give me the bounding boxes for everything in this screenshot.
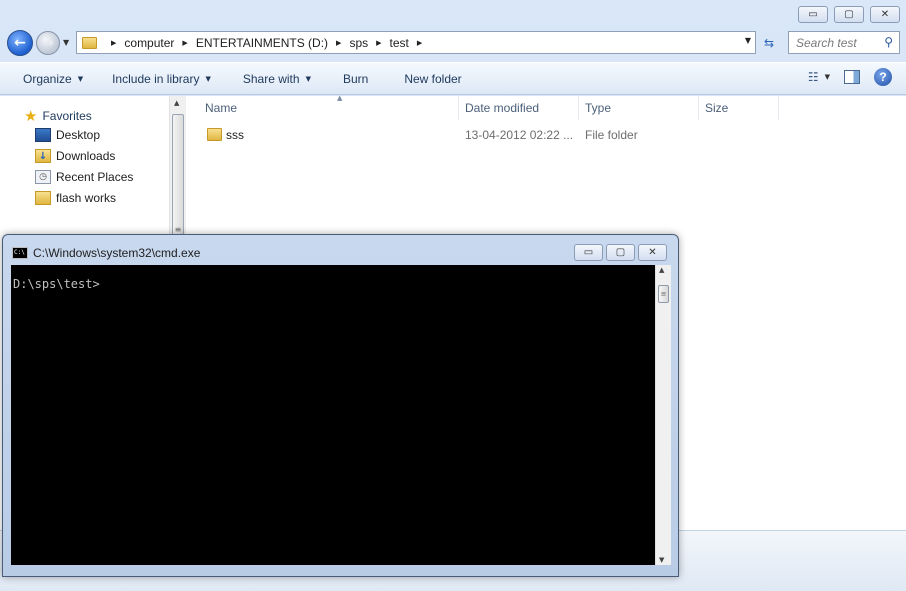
chevron-down-icon: ▼: [77, 74, 84, 83]
address-bar[interactable]: ▶ computer ▶ ENTERTAINMENTS (D:) ▶ sps ▶…: [76, 31, 756, 54]
chevron-down-icon[interactable]: ▼: [825, 73, 830, 81]
breadcrumb-computer[interactable]: computer: [124, 36, 174, 50]
column-header-type[interactable]: Type: [579, 96, 699, 120]
include-in-library-button[interactable]: Include in library ▼: [106, 67, 217, 91]
toolbar-right-group: ☷ ▼ ?: [808, 68, 892, 86]
file-type: File folder: [585, 128, 638, 142]
cmd-console-area[interactable]: D:\sps\test>: [11, 265, 655, 565]
favorites-label: Favorites: [42, 109, 92, 123]
breadcrumb-test[interactable]: test: [390, 36, 409, 50]
new-folder-button[interactable]: New folder: [398, 67, 467, 91]
column-header-label: Size: [705, 101, 729, 115]
favorites-header[interactable]: ★ Favorites: [24, 107, 92, 125]
sidebar-item-flash-works[interactable]: flash works: [35, 191, 116, 205]
preview-pane-icon[interactable]: [844, 70, 860, 84]
change-view-icon[interactable]: ☷: [808, 70, 819, 84]
cmd-app-icon[interactable]: C:\: [12, 247, 28, 259]
search-box[interactable]: ⚲: [788, 31, 900, 54]
column-header-size[interactable]: Size: [699, 96, 779, 120]
scroll-up-icon[interactable]: ▲: [174, 99, 179, 107]
sidebar-item-downloads[interactable]: ↓ Downloads: [35, 149, 115, 163]
file-name: sss: [226, 128, 244, 142]
search-input[interactable]: [796, 35, 880, 50]
chevron-down-icon: ▼: [205, 74, 211, 83]
sidebar-item-label: Recent Places: [56, 170, 134, 184]
refresh-button[interactable]: ⇆: [758, 32, 780, 54]
explorer-window-controls: ▭ ▢ ✕: [798, 6, 900, 23]
close-icon: ✕: [648, 246, 657, 258]
close-icon: ✕: [880, 8, 890, 20]
recent-pages-dropdown-icon[interactable]: ▼: [63, 38, 69, 47]
cmd-maximize-button[interactable]: ▢: [606, 244, 635, 261]
scrollbar-thumb[interactable]: ≡: [658, 285, 669, 303]
explorer-close-button[interactable]: ✕: [870, 6, 900, 23]
cmd-minimize-button[interactable]: ▭: [574, 244, 603, 261]
breadcrumb-drive[interactable]: ENTERTAINMENTS (D:): [196, 36, 328, 50]
breadcrumb-separator-icon[interactable]: ▶: [376, 39, 381, 47]
column-header-label: Type: [585, 101, 612, 115]
desktop-icon: [35, 128, 51, 142]
favorites-star-icon: ★: [24, 107, 38, 125]
forward-arrow-icon: →: [42, 35, 54, 51]
burn-button[interactable]: Burn: [337, 67, 374, 91]
cmd-window-title: C:\Windows\system32\cmd.exe: [33, 246, 201, 260]
new-folder-label: New folder: [404, 71, 462, 86]
explorer-maximize-button[interactable]: ▢: [834, 6, 864, 23]
column-header-label: Date modified: [465, 101, 540, 115]
scroll-up-icon[interactable]: ▲: [659, 266, 664, 274]
grip-icon: ≡: [174, 224, 182, 234]
folder-icon: [207, 128, 222, 141]
maximize-icon: ▢: [844, 8, 854, 20]
back-arrow-icon: ←: [14, 35, 26, 51]
cmd-window: C:\ C:\Windows\system32\cmd.exe ▭ ▢ ✕ D:…: [2, 234, 679, 577]
burn-label: Burn: [342, 71, 369, 86]
folder-icon: [35, 191, 51, 205]
file-date-modified: 13-04-2012 02:22 ...: [465, 128, 574, 142]
navigation-row: ← → ▼ ▶ computer ▶ ENTERTAINMENTS (D:) ▶…: [0, 28, 906, 60]
forward-button[interactable]: →: [36, 31, 60, 55]
cmd-close-button[interactable]: ✕: [638, 244, 667, 261]
command-toolbar: Organize ▼ Include in library ▼ Share wi…: [0, 62, 906, 95]
scroll-down-icon[interactable]: ▼: [659, 556, 664, 564]
help-icon[interactable]: ?: [874, 68, 892, 86]
recent-places-icon: ◷: [35, 170, 51, 184]
cmd-prompt: D:\sps\test>: [13, 277, 100, 291]
breadcrumb-sps[interactable]: sps: [349, 36, 368, 50]
breadcrumb-separator-icon[interactable]: ▶: [336, 39, 341, 47]
organize-label: Organize: [23, 71, 72, 86]
maximize-icon: ▢: [615, 246, 626, 258]
column-header-label: Name: [205, 101, 238, 115]
share-with-button[interactable]: Share with ▼: [237, 67, 317, 91]
breadcrumb-separator-icon[interactable]: ▶: [417, 39, 422, 47]
sidebar-item-recent-places[interactable]: ◷ Recent Places: [35, 170, 133, 184]
file-row[interactable]: sss 13-04-2012 02:22 ... File folder: [199, 124, 779, 146]
chevron-down-icon: ▼: [305, 74, 311, 83]
sidebar-item-label: Downloads: [56, 149, 116, 163]
sidebar-item-label: Desktop: [56, 128, 101, 142]
minimize-icon: ▭: [808, 8, 818, 20]
sidebar-item-label: flash works: [56, 191, 117, 205]
share-with-label: Share with: [242, 71, 300, 86]
column-header-name[interactable]: Name ▲: [199, 94, 459, 120]
cmd-titlebar[interactable]: C:\ C:\Windows\system32\cmd.exe ▭ ▢ ✕: [3, 235, 678, 265]
search-icon[interactable]: ⚲: [884, 35, 893, 49]
back-button[interactable]: ←: [7, 30, 33, 56]
organize-button[interactable]: Organize ▼: [17, 67, 89, 91]
address-history-dropdown-icon[interactable]: ▼: [745, 36, 751, 45]
explorer-minimize-button[interactable]: ▭: [798, 6, 828, 23]
breadcrumb-separator-icon[interactable]: ▶: [182, 39, 187, 47]
grip-icon: ≡: [660, 290, 667, 298]
downloads-icon: ↓: [35, 149, 51, 163]
sidebar-item-desktop[interactable]: Desktop: [35, 128, 100, 142]
include-in-library-label: Include in library: [112, 71, 200, 86]
sort-ascending-icon: ▲: [337, 94, 343, 102]
column-header-date-modified[interactable]: Date modified: [459, 96, 579, 120]
cmd-scrollbar[interactable]: ▲ ≡ ▼: [655, 265, 671, 565]
cmd-window-controls: ▭ ▢ ✕: [574, 244, 667, 261]
minimize-icon: ▭: [583, 246, 594, 258]
refresh-icon: ⇆: [763, 36, 775, 50]
breadcrumb-separator-icon[interactable]: ▶: [111, 39, 116, 47]
folder-icon: [82, 36, 97, 49]
